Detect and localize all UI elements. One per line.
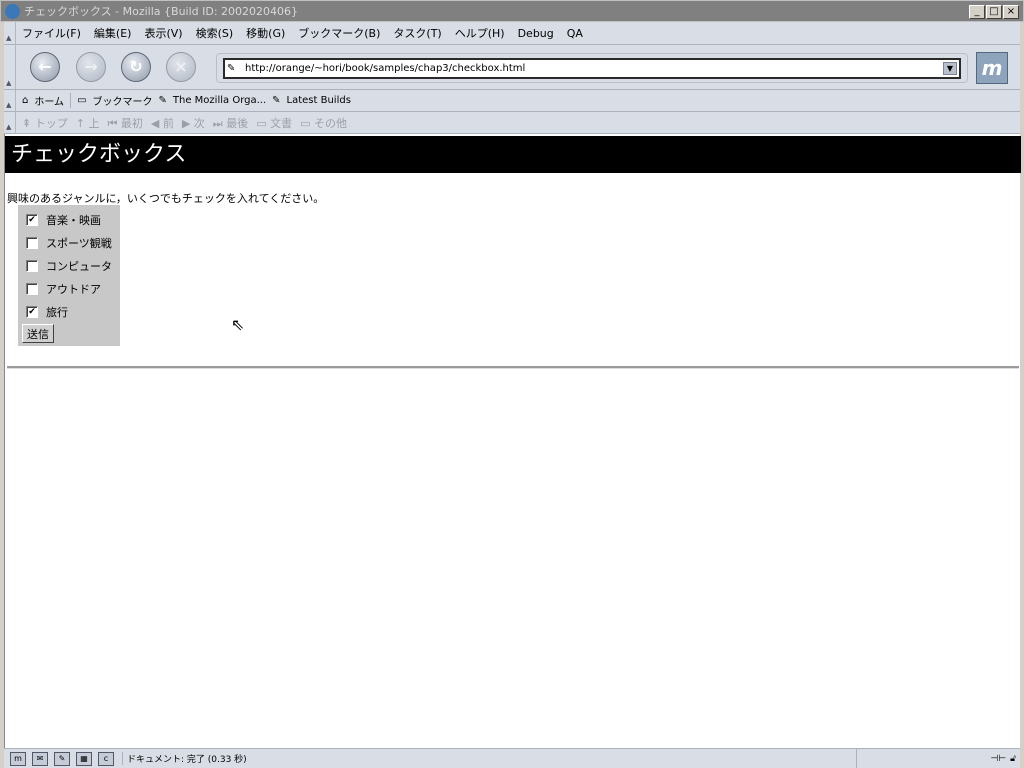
- nav-prev-label: 前: [162, 116, 174, 130]
- stop-button[interactable]: ×: [166, 52, 196, 82]
- nav-top[interactable]: ⇞ トップ: [22, 115, 68, 131]
- mozilla-logo[interactable]: m: [976, 52, 1008, 84]
- toolbar-grippy[interactable]: [4, 22, 16, 44]
- home-button[interactable]: ホーム: [34, 93, 72, 108]
- mouse-cursor-icon: ⇖: [231, 315, 245, 334]
- nav-first[interactable]: ⏮ 最初: [107, 115, 142, 131]
- security-lock-icon[interactable]: 🔓︎: [1010, 754, 1016, 764]
- nav-first-label: 最初: [120, 116, 143, 130]
- status-text: ドキュメント: 完了 (0.33 秒): [122, 752, 856, 765]
- nav-last-label: 最後: [226, 116, 249, 130]
- forward-button[interactable]: →: [76, 52, 106, 82]
- menu-bookmarks[interactable]: ブックマーク(B): [298, 25, 380, 41]
- bookmark-latest-builds[interactable]: Latest Builds: [287, 95, 351, 106]
- option-label: アウトドア: [46, 282, 101, 296]
- checkbox-outdoor[interactable]: [26, 282, 38, 295]
- option-row: ✔ 音楽・映画: [22, 208, 116, 231]
- navigation-toolbar: ← → ↻ × http://orange/~hori/book/samples…: [4, 45, 1020, 90]
- bookmark-mozilla-org[interactable]: The Mozilla Orga...: [173, 95, 266, 106]
- navigator-icon[interactable]: m: [10, 751, 26, 766]
- nav-prev[interactable]: ◀ 前: [151, 115, 174, 131]
- nav-document-label: 文書: [270, 116, 293, 130]
- chat-icon[interactable]: c: [98, 751, 114, 766]
- mail-icon[interactable]: ✉: [32, 751, 48, 766]
- site-navigation-bar: ⇞ トップ ↑ 上 ⏮ 最初 ◀ 前 ▶ 次 ⏭ 最後 ▭ 文書 ▭ その他: [4, 112, 1020, 134]
- progress-panel: [856, 749, 986, 768]
- menu-edit[interactable]: 編集(E): [94, 25, 132, 41]
- back-button[interactable]: ←: [30, 52, 60, 82]
- option-label: 旅行: [46, 305, 68, 319]
- checkbox-travel[interactable]: ✔: [26, 305, 38, 318]
- title-bar: チェックボックス - Mozilla {Build ID: 2002020406…: [0, 0, 1024, 22]
- nav-more-label: その他: [313, 116, 347, 130]
- reload-button[interactable]: ↻: [121, 52, 151, 82]
- menu-qa[interactable]: QA: [567, 27, 583, 40]
- option-label: スポーツ観戦: [46, 236, 112, 250]
- url-bar: http://orange/~hori/book/samples/chap3/c…: [216, 53, 968, 83]
- home-icon: ⌂: [22, 95, 29, 106]
- nav-last[interactable]: ⏭ 最後: [213, 115, 248, 131]
- minimize-button[interactable]: _: [969, 5, 985, 19]
- menu-debug[interactable]: Debug: [518, 27, 554, 40]
- checkbox-music-movies[interactable]: ✔: [26, 213, 38, 226]
- menu-go[interactable]: 移動(G): [246, 25, 285, 41]
- toolbar-grippy[interactable]: [4, 112, 16, 133]
- menu-bar: ファイル(F) 編集(E) 表示(V) 検索(S) 移動(G) ブックマーク(B…: [4, 22, 1020, 45]
- option-label: 音楽・映画: [46, 213, 101, 227]
- nav-next-label: 次: [193, 116, 205, 130]
- horizontal-rule: [7, 366, 1019, 369]
- menu-tasks[interactable]: タスク(T): [393, 25, 441, 41]
- url-dropdown-button[interactable]: ▼: [943, 62, 957, 75]
- nav-next[interactable]: ▶ 次: [182, 115, 205, 131]
- maximize-button[interactable]: □: [986, 5, 1002, 19]
- url-input[interactable]: http://orange/~hori/book/samples/chap3/c…: [223, 58, 961, 79]
- toolbar-grippy[interactable]: [4, 45, 16, 89]
- toolbar-grippy[interactable]: [4, 90, 16, 111]
- option-row: ✔ 旅行: [22, 300, 116, 323]
- menu-help[interactable]: ヘルプ(H): [455, 25, 505, 41]
- nav-up[interactable]: ↑ 上: [76, 115, 100, 131]
- option-row: コンピュータ: [22, 254, 116, 277]
- submit-button[interactable]: 送信: [22, 324, 54, 343]
- menu-file[interactable]: ファイル(F): [22, 25, 81, 41]
- personal-toolbar: ⌂ ホーム ▭ ブックマーク ✎ The Mozilla Orga... ✎ L…: [4, 90, 1020, 112]
- checkbox-computer[interactable]: [26, 259, 38, 272]
- composer-icon[interactable]: ✎: [54, 751, 70, 766]
- mozilla-icon: [5, 3, 20, 19]
- nav-up-label: 上: [88, 116, 100, 130]
- page-title: チェックボックス: [5, 136, 1021, 173]
- close-button[interactable]: ×: [1003, 5, 1019, 19]
- option-row: アウトドア: [22, 277, 116, 300]
- nav-top-label: トップ: [34, 116, 68, 130]
- intro-text: 興味のあるジャンルに，いくつでもチェックを入れてください。: [7, 192, 325, 205]
- genre-form: ✔ 音楽・映画 スポーツ観戦 コンピュータ アウトドア ✔ 旅行 送信: [18, 205, 120, 346]
- page-content: チェックボックス 興味のあるジャンルに，いくつでもチェックを入れてください。 ✔…: [4, 134, 1021, 748]
- online-icon[interactable]: ⊣⊢: [990, 754, 1006, 764]
- checkbox-sports[interactable]: [26, 236, 38, 249]
- window-title: チェックボックス - Mozilla {Build ID: 2002020406…: [24, 5, 299, 18]
- nav-document[interactable]: ▭ 文書: [256, 115, 292, 131]
- option-label: コンピュータ: [46, 259, 112, 273]
- folder-icon: ▭: [77, 95, 87, 106]
- nav-more[interactable]: ▭ その他: [300, 115, 347, 131]
- addressbook-icon[interactable]: ▦: [76, 751, 92, 766]
- menu-view[interactable]: 表示(V): [144, 25, 182, 41]
- menu-search[interactable]: 検索(S): [196, 25, 234, 41]
- bookmark-icon: ✎: [158, 95, 167, 106]
- bookmark-pin-icon: ✎: [227, 63, 236, 74]
- bookmarks-button[interactable]: ブックマーク: [93, 93, 153, 108]
- bookmark-icon: ✎: [272, 95, 281, 106]
- option-row: スポーツ観戦: [22, 231, 116, 254]
- status-bar: m ✉ ✎ ▦ c ドキュメント: 完了 (0.33 秒) ⊣⊢ 🔓︎: [4, 748, 1020, 768]
